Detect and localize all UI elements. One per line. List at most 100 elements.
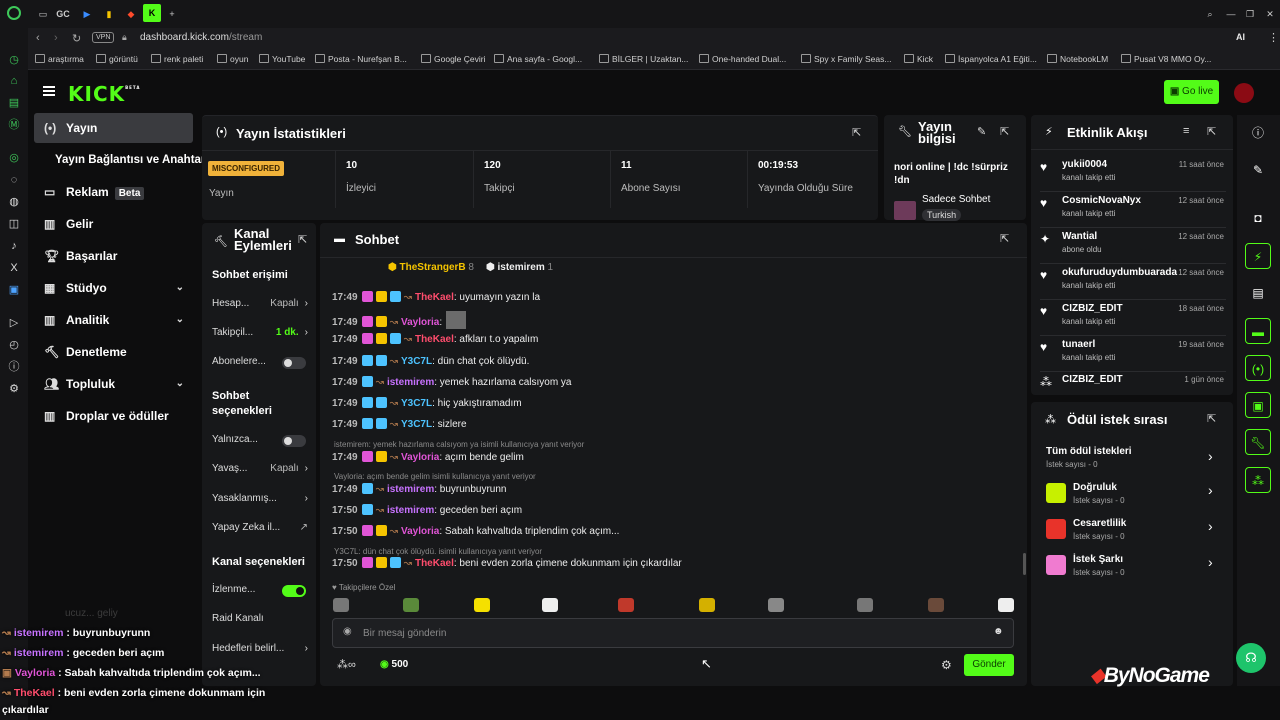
chat-message[interactable]: 17:49 ↝ Vayloria: açım bende gelim xyxy=(332,450,524,466)
tab-play-icon[interactable]: ▶ xyxy=(80,7,94,21)
sidebar-item-8[interactable]: 👥︎ Topluluk ⌄ xyxy=(34,369,194,399)
send-button[interactable]: Gönder xyxy=(964,654,1014,676)
chat-message[interactable]: 17:49 ↝ Vayloria: xyxy=(332,311,467,329)
bookmark-item[interactable]: Ana sayfa - Googl... xyxy=(494,54,582,64)
reward-item[interactable]: Doğruluk İstek sayısı - 0 › xyxy=(1031,478,1233,510)
bookmark-item[interactable]: Google Çeviri xyxy=(421,54,486,64)
channel-setting-row[interactable]: Yasaklanmış... › xyxy=(212,489,308,509)
instagram-icon[interactable]: ◫ xyxy=(7,217,21,231)
play-circle-icon[interactable]: ▷ xyxy=(7,316,21,330)
chat-message[interactable]: 17:50 ↝ TheKael: beni evden zorla çimene d… xyxy=(332,556,682,572)
pencil-icon[interactable]: ✎ xyxy=(1245,157,1271,183)
chat-message[interactable]: 17:49 ↝ TheKael: afkları t.o yapalım xyxy=(332,332,538,348)
back-icon[interactable]: ‹ xyxy=(36,32,40,44)
bookmark-item[interactable]: Posta - Nurefşan B... xyxy=(315,54,407,64)
discord-icon[interactable]: ◍ xyxy=(7,195,21,209)
maximize-icon[interactable]: ❐ xyxy=(1243,7,1257,21)
emote-image[interactable] xyxy=(928,598,944,612)
menu-icon[interactable]: ⋮ xyxy=(1268,31,1279,44)
emote-image[interactable] xyxy=(333,598,349,612)
channel-setting-row[interactable]: İzlenme... xyxy=(212,580,308,600)
url-text[interactable]: dashboard.kick.com/stream xyxy=(140,32,262,43)
loyalty-icon[interactable]: ⁂∞ xyxy=(337,658,356,671)
pinned-user-1[interactable]: ⬢ TheStrangerB 8 xyxy=(388,262,474,273)
reward-item[interactable]: İstek Şarkı İstek sayısı - 0 › xyxy=(1031,550,1233,582)
channel-setting-row[interactable]: Raid Kanalı xyxy=(212,609,308,629)
chat-input[interactable]: ◉ Bir mesaj gönderin ☻ xyxy=(332,618,1014,648)
emote-image[interactable] xyxy=(403,598,419,612)
chat-message[interactable]: 17:50 ↝ istemirem: geceden beri açım xyxy=(332,503,522,519)
channel-setting-row[interactable]: Hedefleri belirl... › xyxy=(212,639,308,659)
whatsapp-icon[interactable]: ◌ xyxy=(7,173,21,187)
emote-image[interactable] xyxy=(699,598,715,612)
chat-message[interactable]: 17:49 ↝ istemirem: buyrunbuyrunn xyxy=(332,482,507,498)
bookmark-item[interactable]: Kick xyxy=(904,54,933,64)
go-live-button[interactable]: ▣ Go live xyxy=(1164,80,1219,104)
tab-icon-4[interactable]: ▮ xyxy=(102,7,116,21)
activity-event[interactable]: ♥ tunaerl kanalı takip etti 19 saat önce xyxy=(1040,338,1226,372)
lightning-icon[interactable]: ⚡︎ xyxy=(1245,243,1271,269)
sidebar-item-0[interactable]: (•) Yayın xyxy=(34,113,194,143)
emote-image[interactable] xyxy=(998,598,1014,612)
sidebar-item-5[interactable]: ▦ Stüdyo ⌄ xyxy=(34,273,194,303)
kick-logo[interactable]: KICKBETA xyxy=(68,82,140,106)
ai-button[interactable]: AI xyxy=(1236,32,1245,42)
emote-image[interactable] xyxy=(618,598,634,612)
close-icon[interactable]: ✕ xyxy=(1263,7,1277,21)
chat-icon[interactable]: ▬ xyxy=(1245,318,1271,344)
opera-logo-icon[interactable] xyxy=(7,6,21,20)
sidebar-wallet-icon[interactable]: ▤ xyxy=(7,96,21,110)
info-icon[interactable]: ⓘ xyxy=(7,360,21,374)
popout-icon[interactable]: ⇱ xyxy=(1000,125,1009,138)
tab-icon-5[interactable]: ◆ xyxy=(124,7,138,21)
points-display[interactable]: ◉ 500 xyxy=(380,659,408,670)
popout-icon[interactable]: ⇱ xyxy=(298,233,307,246)
chat-message[interactable]: 17:49 ↝ Y3C7L: hiç yakıştıramadım xyxy=(332,396,522,412)
reward-item[interactable]: Cesaretlilik İstek sayısı - 0 › xyxy=(1031,514,1233,546)
sidebar-item-9[interactable]: ▥ Droplar ve ödüller xyxy=(34,401,194,431)
bookmark-item[interactable]: renk paleti xyxy=(151,54,203,64)
activity-event[interactable]: ♥ yukii0004 kanalı takip etti 11 saat önce xyxy=(1040,158,1226,192)
popout-icon[interactable]: ⇱ xyxy=(1207,125,1216,138)
chat-username[interactable]: Y3C7L xyxy=(401,398,432,409)
sidebar-m-icon[interactable]: Ⓜ xyxy=(7,118,21,132)
support-button[interactable]: ☊ xyxy=(1236,643,1266,673)
channel-setting-row[interactable]: Yavaş... Kapalı › xyxy=(212,459,308,479)
reward-icon[interactable]: ⁂ xyxy=(1245,467,1271,493)
tab-icon-1[interactable]: ▭ xyxy=(36,7,50,21)
popout-icon[interactable]: ⇱ xyxy=(1000,232,1009,245)
emote-image[interactable] xyxy=(474,598,490,612)
chat-message[interactable]: 17:49 ↝ istemirem: yemek hazırlama calsıyo… xyxy=(332,375,571,391)
activity-event[interactable]: ♥ CIZBIZ_EDIT kanalı takip etti 18 saat önc… xyxy=(1040,302,1226,336)
channel-setting-row[interactable]: Yalnızca... xyxy=(212,430,308,450)
chat-message[interactable]: 17:49 ↝ TheKael: uyumayın yazın la xyxy=(332,290,540,306)
search-icon[interactable]: ⌕ xyxy=(1203,7,1217,21)
emote-image[interactable] xyxy=(542,598,558,612)
chat-message[interactable]: 17:50 ↝ Vayloria: Sabah kahvaltıda triplen… xyxy=(332,524,619,540)
reward-all-row[interactable]: Tüm ödül istekleri İstek sayısı - 0 › xyxy=(1031,438,1233,476)
sidebar-home-icon[interactable]: ⌂ xyxy=(7,74,21,88)
toggle-switch[interactable] xyxy=(282,435,306,447)
bookmark-item[interactable]: Spy x Family Seas... xyxy=(801,54,891,64)
camera-icon[interactable]: ◘ xyxy=(1245,205,1271,231)
channel-setting-row[interactable]: Abonelere... xyxy=(212,352,308,372)
tab-kick-active[interactable]: K xyxy=(143,4,161,22)
emoji-icon[interactable]: ☻ xyxy=(993,626,1004,637)
x-icon[interactable]: X xyxy=(7,261,21,275)
chat-username[interactable]: istemirem xyxy=(387,484,434,495)
bookmark-item[interactable]: YouTube xyxy=(259,54,305,64)
pinned-user-2[interactable]: ⬢ istemirem 1 xyxy=(486,262,553,273)
sidebar-item-7[interactable]: 🔨︎ Denetleme xyxy=(34,337,194,367)
emote-image[interactable] xyxy=(857,598,873,612)
info-icon[interactable]: ⓘ xyxy=(1245,120,1271,146)
tiktok-icon[interactable]: ♪ xyxy=(7,239,21,253)
sidebar-item-2[interactable]: ▭ Reklam Beta xyxy=(34,177,194,207)
activity-event[interactable]: ♥ okufuruduydumbuarada kanalı takip etti 12… xyxy=(1040,266,1226,300)
sidebar-item-1[interactable]: Yayın Bağlantısı ve Anahtarı xyxy=(34,145,209,175)
channel-setting-row[interactable]: Hesap... Kapalı › xyxy=(212,294,308,314)
filter-icon[interactable]: ≡ xyxy=(1183,125,1189,137)
popout-icon[interactable]: ⇱ xyxy=(1207,412,1216,425)
channel-setting-row[interactable]: Takipçil... 1 dk. › xyxy=(212,323,308,343)
history-icon[interactable]: ◴ xyxy=(7,338,21,352)
chat-username[interactable]: TheKael xyxy=(415,334,454,345)
